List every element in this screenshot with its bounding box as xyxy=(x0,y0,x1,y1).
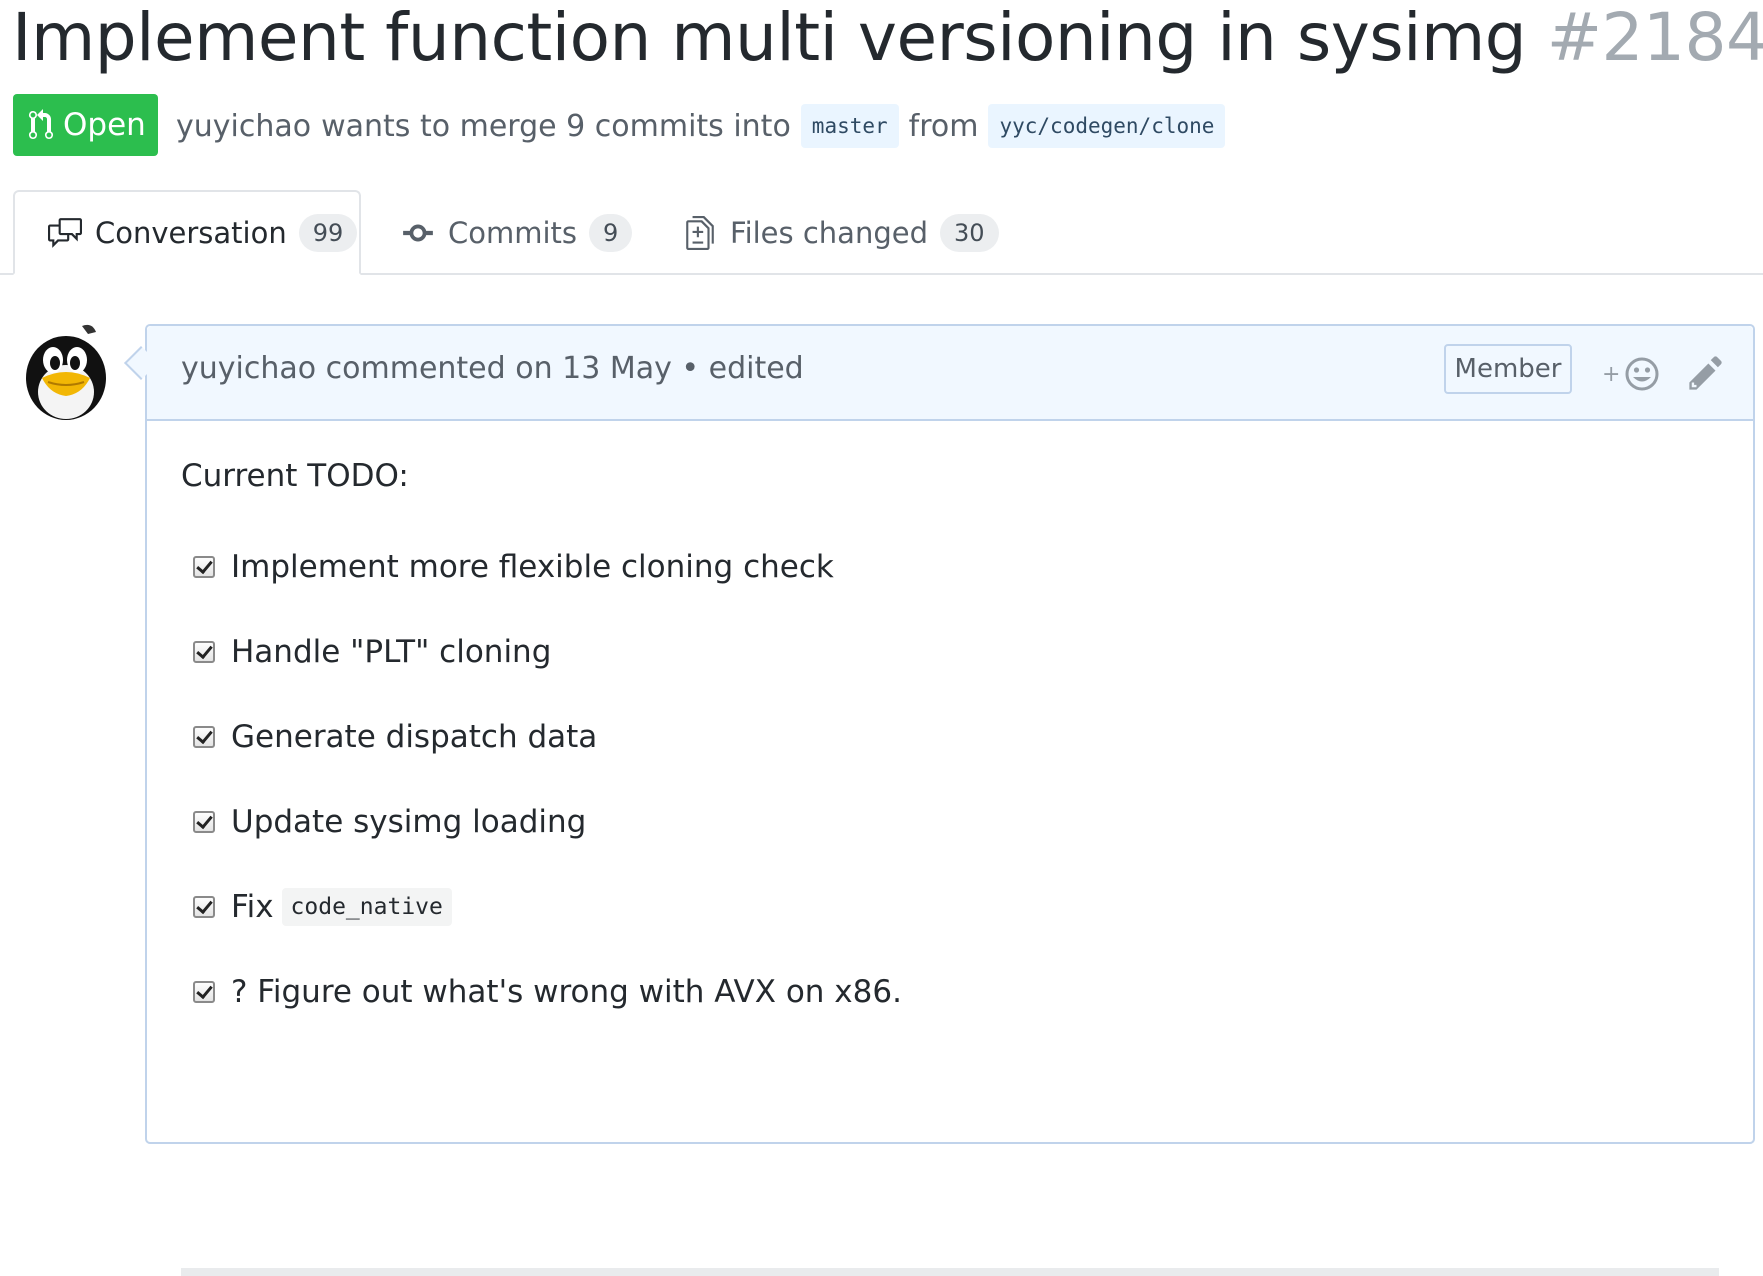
pr-number: #21849 xyxy=(1546,0,1763,76)
author-link[interactable]: yuyichao xyxy=(176,109,311,144)
comment-meta: yuyichao commented on 13 May • edited xyxy=(181,351,804,386)
task-list: Implement more flexible cloning check Ha… xyxy=(181,524,1719,1034)
comment-header: yuyichao commented on 13 May • edited Me… xyxy=(147,326,1753,421)
task-text: Implement more flexible cloning check xyxy=(231,548,834,585)
tab-label: Commits xyxy=(448,215,578,250)
task-text: Fix xyxy=(231,888,274,925)
task-text: Handle "PLT" cloning xyxy=(231,633,552,670)
task-text: ? Figure out what's wrong with AVX on x8… xyxy=(231,973,902,1010)
task-checkbox[interactable] xyxy=(193,555,215,578)
task-item: Generate dispatch data xyxy=(193,694,1719,779)
pencil-icon[interactable] xyxy=(1687,354,1725,392)
pr-merge-info: yuyichao wants to merge 9 commits into m… xyxy=(176,98,1226,154)
from-text: from xyxy=(908,108,979,144)
task-item: Handle "PLT" cloning xyxy=(193,609,1719,694)
tab-counter: 9 xyxy=(589,213,633,252)
pr-title-text: Implement function multi versioning in s… xyxy=(12,0,1527,76)
add-reaction-icon[interactable]: + xyxy=(1602,354,1664,394)
tab-files-changed[interactable]: Files changed 30 xyxy=(682,190,999,275)
comment-discussion-icon xyxy=(48,217,82,248)
merge-text: wants to merge 9 commits into xyxy=(321,108,791,144)
avatar[interactable] xyxy=(22,322,110,420)
tab-conversation[interactable]: Conversation 99 xyxy=(13,190,361,275)
task-checkbox[interactable] xyxy=(193,810,215,833)
task-text: Update sysimg loading xyxy=(231,803,587,840)
comment-author[interactable]: yuyichao xyxy=(181,351,316,386)
task-item: ? Figure out what's wrong with AVX on x8… xyxy=(193,949,1719,1034)
task-text-with-code: Fix code_native xyxy=(231,887,452,926)
comment-meta-text[interactable]: commented on 13 May • edited xyxy=(326,351,804,386)
comment-box: yuyichao commented on 13 May • edited Me… xyxy=(145,324,1755,1276)
horizontal-rule xyxy=(181,1268,1719,1276)
task-item: Implement more flexible cloning check xyxy=(193,524,1719,609)
task-checkbox[interactable] xyxy=(193,640,215,663)
base-branch[interactable]: master xyxy=(800,104,899,148)
tab-label: Files changed xyxy=(730,215,928,250)
inline-code: code_native xyxy=(281,887,452,926)
task-checkbox[interactable] xyxy=(193,725,215,748)
git-commit-icon xyxy=(403,224,433,241)
file-diff-icon xyxy=(686,215,714,250)
pr-title: Implement function multi versioning in s… xyxy=(12,0,1763,76)
tab-label: Conversation xyxy=(95,215,287,250)
task-item: Fix code_native xyxy=(193,864,1719,949)
task-checkbox[interactable] xyxy=(193,980,215,1003)
task-item: Update sysimg loading xyxy=(193,779,1719,864)
svg-text:+: + xyxy=(1602,362,1620,387)
state-label: Open xyxy=(63,107,146,143)
tab-counter: 30 xyxy=(940,213,999,252)
comment-body: Current TODO: Implement more flexible cl… xyxy=(181,456,1719,1034)
task-text: Generate dispatch data xyxy=(231,718,598,755)
member-badge: Member xyxy=(1444,344,1572,394)
comment-intro: Current TODO: xyxy=(181,458,409,494)
tab-counter: 99 xyxy=(298,213,358,252)
head-branch[interactable]: yyc/codegen/clone xyxy=(988,104,1226,148)
task-checkbox[interactable] xyxy=(193,895,215,918)
git-pull-request-icon xyxy=(29,109,53,140)
tab-commits[interactable]: Commits 9 xyxy=(400,190,633,275)
state-open-badge: Open xyxy=(13,94,158,156)
